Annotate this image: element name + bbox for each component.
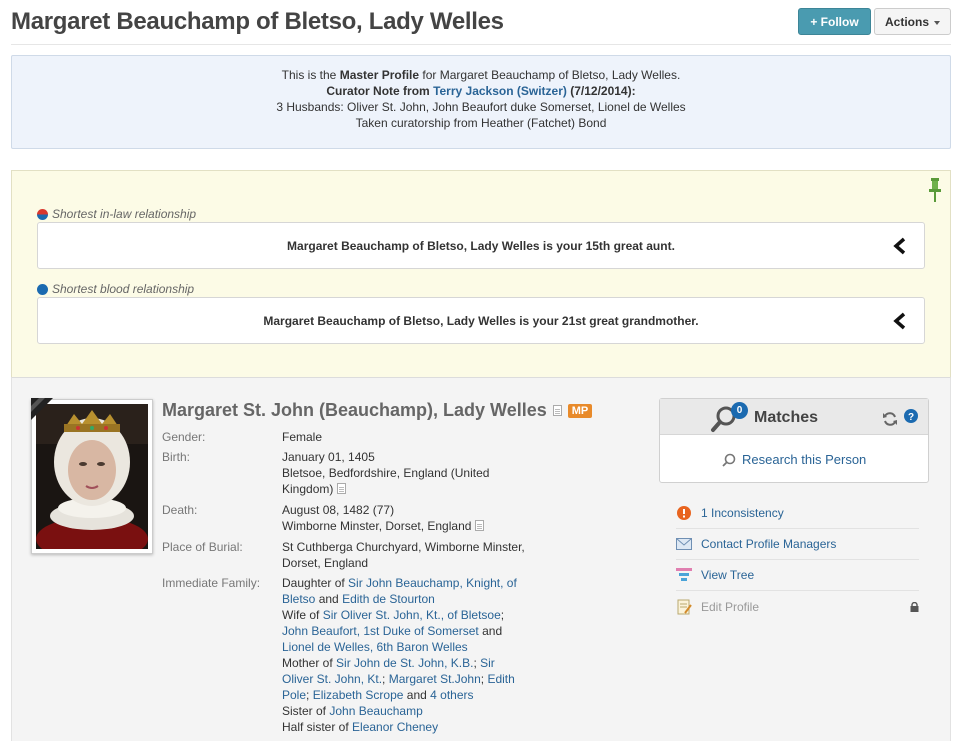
siblings-line: Sister of John Beauchamp [282,704,423,718]
match-count-badge: 0 [731,402,748,419]
profile-photo[interactable] [31,399,153,561]
warning-icon [676,505,692,521]
view-tree-link[interactable]: View Tree [701,568,754,582]
search-icon [722,453,736,467]
death-value: August 08, 1482 (77) Wimborne Minster, D… [282,502,528,534]
chevron-left-icon[interactable] [892,237,908,255]
portrait-image [36,404,148,561]
parents-line: Daughter of Sir John Beauchamp, Knight, … [282,576,517,606]
child-link[interactable]: Margaret St.John [389,672,481,686]
relationship-panel [11,170,951,377]
contact-managers-link[interactable]: Contact Profile Managers [701,537,836,551]
half-sibling-link[interactable]: Eleanor Cheney [352,720,438,734]
master-profile-badge[interactable]: MP [567,403,593,418]
death-place: Wimborne Minster, Dorset, England [282,519,472,533]
blood-relationship-label: Shortest blood relationship [37,282,194,296]
edit-profile-item[interactable]: Edit Profile [676,591,919,622]
envelope-icon [676,536,692,552]
child-link[interactable]: Sir John de St. John, K.B. [336,656,473,670]
edit-profile-label: Edit Profile [701,599,760,614]
svg-text:?: ? [908,412,914,423]
husband-link[interactable]: John Beaufort, 1st Duke of Somerset [282,624,479,638]
sibling-link[interactable]: John Beauchamp [329,704,422,718]
header-divider [11,44,951,45]
matches-title: Matches [754,409,819,426]
curator-note-line: Taken curatorship from Heather (Fatchet)… [355,116,607,130]
birth-label: Birth: [162,450,191,464]
chevron-left-icon[interactable] [892,312,908,330]
page-title: Margaret Beauchamp of Bletso, Lady Welle… [11,8,504,35]
actions-button[interactable]: Actions [874,8,951,35]
inlaw-relationship-card[interactable]: Margaret Beauchamp of Bletso, Lady Welle… [37,222,925,269]
gender-value: Female [282,430,323,444]
inconsistency-link[interactable]: 1 Inconsistency [701,506,784,520]
curator-note-line: 3 Husbands: Oliver St. John, John Beaufo… [276,100,686,114]
profile-name: Margaret St. John (Beauchamp), Lady Well… [162,400,593,421]
gender-label: Gender: [162,430,206,444]
edit-document-icon [676,599,692,615]
follow-label: + Follow [810,14,859,29]
birth-place: Bletsoe, Bedfordshire, England (United K… [282,466,490,496]
immediate-family: Daughter of Sir John Beauchamp, Knight, … [282,575,528,735]
inlaw-relationship-label: Shortest in-law relationship [37,207,196,221]
source-document-icon[interactable] [336,483,346,494]
mother-link[interactable]: Edith de Stourton [342,592,435,606]
master-profile-notice: This is the Master Profile for Margaret … [11,55,951,149]
blood-relationship-card[interactable]: Margaret Beauchamp of Bletso, Lady Welle… [37,297,925,344]
caret-down-icon [934,20,940,25]
spouses-line: Wife of Sir Oliver St. John, Kt., of Ble… [282,608,505,654]
deceased-ribbon-icon [31,398,53,420]
source-document-icon[interactable] [474,520,484,531]
lock-icon [910,601,919,612]
inconsistency-item[interactable]: 1 Inconsistency [676,498,919,529]
source-document-icon[interactable] [552,405,562,416]
birth-date: January 01, 1405 [282,450,375,464]
view-tree-item[interactable]: View Tree [676,560,919,591]
help-icon[interactable]: ? [904,409,918,423]
actions-label: Actions [884,14,929,29]
inlaw-dot-icon [37,208,48,220]
husband-link[interactable]: Lionel de Welles, 6th Baron Welles [282,640,468,654]
birth-value: January 01, 1405 Bletsoe, Bedfordshire, … [282,449,528,497]
child-link[interactable]: Elizabeth Scrope [313,688,404,702]
children-line: Mother of Sir John de St. John, K.B.; Si… [282,656,515,702]
more-children-link[interactable]: 4 others [430,688,473,702]
contact-managers-item[interactable]: Contact Profile Managers [676,529,919,560]
blood-dot-icon [37,283,48,295]
death-label: Death: [162,503,198,517]
curator-link[interactable]: Terry Jackson (Switzer) [433,84,567,98]
matches-panel: 0 Matches ? Research this Person [659,398,929,483]
husband-link[interactable]: Sir Oliver St. John, Kt., of Bletsoe [323,608,501,622]
research-person-link[interactable]: Research this Person [722,452,866,467]
matches-header[interactable]: 0 Matches ? [660,399,928,435]
pin-icon[interactable] [929,177,941,203]
follow-button[interactable]: + Follow [798,8,871,35]
burial-value: St Cuthberga Churchyard, Wimborne Minste… [282,540,525,570]
half-siblings-line: Half sister of Eleanor Cheney [282,720,439,734]
tree-icon [676,567,692,583]
master-profile-label: Master Profile [339,68,420,82]
family-label: Immediate Family: [162,576,261,590]
refresh-icon[interactable] [882,411,898,427]
death-date: August 08, 1482 (77) [282,503,395,517]
burial-label: Place of Burial: [162,540,243,554]
